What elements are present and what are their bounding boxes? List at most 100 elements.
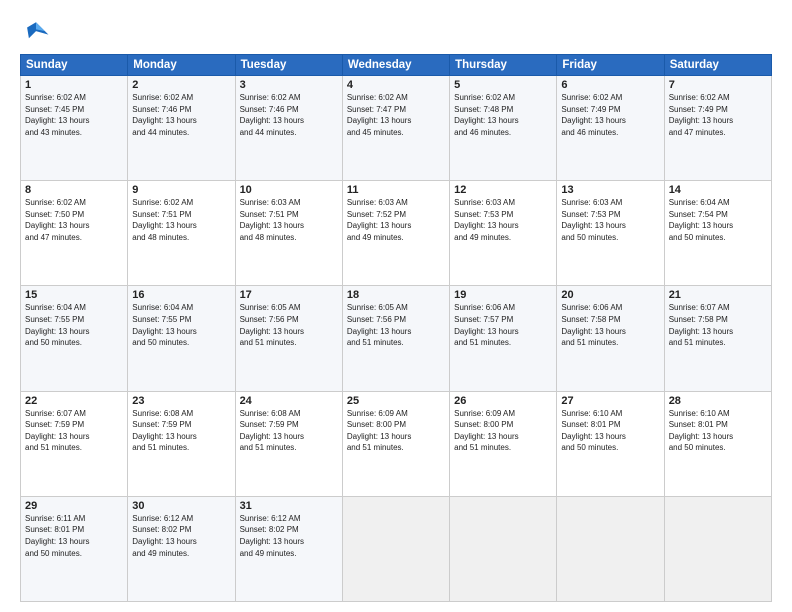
day-info: Sunrise: 6:02 AM Sunset: 7:49 PM Dayligh… (669, 92, 767, 138)
day-info: Sunrise: 6:04 AM Sunset: 7:55 PM Dayligh… (25, 302, 123, 348)
day-number: 22 (25, 395, 123, 407)
day-number: 11 (347, 184, 445, 196)
calendar-cell: 2Sunrise: 6:02 AM Sunset: 7:46 PM Daylig… (128, 76, 235, 181)
day-number: 23 (132, 395, 230, 407)
calendar-header-friday: Friday (557, 55, 664, 76)
calendar-cell: 29Sunrise: 6:11 AM Sunset: 8:01 PM Dayli… (21, 496, 128, 601)
calendar-week-1: 1Sunrise: 6:02 AM Sunset: 7:45 PM Daylig… (21, 76, 772, 181)
calendar-header-thursday: Thursday (450, 55, 557, 76)
day-number: 12 (454, 184, 552, 196)
calendar-header-sunday: Sunday (21, 55, 128, 76)
day-info: Sunrise: 6:04 AM Sunset: 7:55 PM Dayligh… (132, 302, 230, 348)
calendar-week-2: 8Sunrise: 6:02 AM Sunset: 7:50 PM Daylig… (21, 181, 772, 286)
day-info: Sunrise: 6:12 AM Sunset: 8:02 PM Dayligh… (240, 513, 338, 559)
day-number: 24 (240, 395, 338, 407)
day-info: Sunrise: 6:03 AM Sunset: 7:52 PM Dayligh… (347, 197, 445, 243)
day-info: Sunrise: 6:03 AM Sunset: 7:53 PM Dayligh… (561, 197, 659, 243)
calendar-cell (342, 496, 449, 601)
calendar-cell: 26Sunrise: 6:09 AM Sunset: 8:00 PM Dayli… (450, 391, 557, 496)
day-info: Sunrise: 6:06 AM Sunset: 7:57 PM Dayligh… (454, 302, 552, 348)
day-number: 28 (669, 395, 767, 407)
calendar-header-monday: Monday (128, 55, 235, 76)
calendar-cell (450, 496, 557, 601)
day-info: Sunrise: 6:02 AM Sunset: 7:51 PM Dayligh… (132, 197, 230, 243)
day-number: 1 (25, 79, 123, 91)
calendar-cell: 24Sunrise: 6:08 AM Sunset: 7:59 PM Dayli… (235, 391, 342, 496)
calendar-week-5: 29Sunrise: 6:11 AM Sunset: 8:01 PM Dayli… (21, 496, 772, 601)
calendar-header-row: SundayMondayTuesdayWednesdayThursdayFrid… (21, 55, 772, 76)
calendar-cell: 15Sunrise: 6:04 AM Sunset: 7:55 PM Dayli… (21, 286, 128, 391)
day-number: 14 (669, 184, 767, 196)
day-number: 10 (240, 184, 338, 196)
calendar-cell: 25Sunrise: 6:09 AM Sunset: 8:00 PM Dayli… (342, 391, 449, 496)
calendar-cell: 14Sunrise: 6:04 AM Sunset: 7:54 PM Dayli… (664, 181, 771, 286)
calendar-cell: 3Sunrise: 6:02 AM Sunset: 7:46 PM Daylig… (235, 76, 342, 181)
calendar-cell: 16Sunrise: 6:04 AM Sunset: 7:55 PM Dayli… (128, 286, 235, 391)
calendar-table: SundayMondayTuesdayWednesdayThursdayFrid… (20, 54, 772, 602)
day-number: 5 (454, 79, 552, 91)
calendar-cell: 8Sunrise: 6:02 AM Sunset: 7:50 PM Daylig… (21, 181, 128, 286)
day-info: Sunrise: 6:03 AM Sunset: 7:51 PM Dayligh… (240, 197, 338, 243)
day-number: 21 (669, 289, 767, 301)
day-number: 8 (25, 184, 123, 196)
day-info: Sunrise: 6:02 AM Sunset: 7:48 PM Dayligh… (454, 92, 552, 138)
calendar-cell (664, 496, 771, 601)
day-number: 29 (25, 500, 123, 512)
day-number: 18 (347, 289, 445, 301)
day-info: Sunrise: 6:12 AM Sunset: 8:02 PM Dayligh… (132, 513, 230, 559)
day-number: 13 (561, 184, 659, 196)
day-number: 20 (561, 289, 659, 301)
calendar-cell: 18Sunrise: 6:05 AM Sunset: 7:56 PM Dayli… (342, 286, 449, 391)
day-info: Sunrise: 6:09 AM Sunset: 8:00 PM Dayligh… (347, 408, 445, 454)
day-info: Sunrise: 6:09 AM Sunset: 8:00 PM Dayligh… (454, 408, 552, 454)
calendar-header-tuesday: Tuesday (235, 55, 342, 76)
calendar-cell: 1Sunrise: 6:02 AM Sunset: 7:45 PM Daylig… (21, 76, 128, 181)
calendar-cell: 7Sunrise: 6:02 AM Sunset: 7:49 PM Daylig… (664, 76, 771, 181)
day-info: Sunrise: 6:02 AM Sunset: 7:46 PM Dayligh… (132, 92, 230, 138)
page: SundayMondayTuesdayWednesdayThursdayFrid… (0, 0, 792, 612)
day-number: 15 (25, 289, 123, 301)
calendar-cell: 12Sunrise: 6:03 AM Sunset: 7:53 PM Dayli… (450, 181, 557, 286)
calendar-cell: 6Sunrise: 6:02 AM Sunset: 7:49 PM Daylig… (557, 76, 664, 181)
day-info: Sunrise: 6:02 AM Sunset: 7:47 PM Dayligh… (347, 92, 445, 138)
day-number: 6 (561, 79, 659, 91)
calendar-cell: 17Sunrise: 6:05 AM Sunset: 7:56 PM Dayli… (235, 286, 342, 391)
calendar-week-4: 22Sunrise: 6:07 AM Sunset: 7:59 PM Dayli… (21, 391, 772, 496)
day-number: 9 (132, 184, 230, 196)
calendar-cell: 30Sunrise: 6:12 AM Sunset: 8:02 PM Dayli… (128, 496, 235, 601)
day-info: Sunrise: 6:07 AM Sunset: 7:59 PM Dayligh… (25, 408, 123, 454)
day-info: Sunrise: 6:02 AM Sunset: 7:45 PM Dayligh… (25, 92, 123, 138)
day-info: Sunrise: 6:03 AM Sunset: 7:53 PM Dayligh… (454, 197, 552, 243)
calendar-cell: 10Sunrise: 6:03 AM Sunset: 7:51 PM Dayli… (235, 181, 342, 286)
calendar-header-wednesday: Wednesday (342, 55, 449, 76)
day-info: Sunrise: 6:02 AM Sunset: 7:49 PM Dayligh… (561, 92, 659, 138)
day-number: 25 (347, 395, 445, 407)
calendar-cell: 27Sunrise: 6:10 AM Sunset: 8:01 PM Dayli… (557, 391, 664, 496)
day-info: Sunrise: 6:02 AM Sunset: 7:46 PM Dayligh… (240, 92, 338, 138)
calendar-header-saturday: Saturday (664, 55, 771, 76)
header (20, 18, 772, 46)
day-info: Sunrise: 6:04 AM Sunset: 7:54 PM Dayligh… (669, 197, 767, 243)
calendar-cell: 22Sunrise: 6:07 AM Sunset: 7:59 PM Dayli… (21, 391, 128, 496)
day-number: 2 (132, 79, 230, 91)
calendar-cell: 28Sunrise: 6:10 AM Sunset: 8:01 PM Dayli… (664, 391, 771, 496)
logo (20, 18, 56, 46)
calendar-cell: 20Sunrise: 6:06 AM Sunset: 7:58 PM Dayli… (557, 286, 664, 391)
day-number: 19 (454, 289, 552, 301)
day-info: Sunrise: 6:10 AM Sunset: 8:01 PM Dayligh… (669, 408, 767, 454)
day-number: 17 (240, 289, 338, 301)
calendar-cell (557, 496, 664, 601)
calendar-cell: 23Sunrise: 6:08 AM Sunset: 7:59 PM Dayli… (128, 391, 235, 496)
calendar-cell: 4Sunrise: 6:02 AM Sunset: 7:47 PM Daylig… (342, 76, 449, 181)
day-number: 27 (561, 395, 659, 407)
calendar-cell: 11Sunrise: 6:03 AM Sunset: 7:52 PM Dayli… (342, 181, 449, 286)
calendar-week-3: 15Sunrise: 6:04 AM Sunset: 7:55 PM Dayli… (21, 286, 772, 391)
day-info: Sunrise: 6:02 AM Sunset: 7:50 PM Dayligh… (25, 197, 123, 243)
day-number: 4 (347, 79, 445, 91)
day-info: Sunrise: 6:06 AM Sunset: 7:58 PM Dayligh… (561, 302, 659, 348)
day-info: Sunrise: 6:07 AM Sunset: 7:58 PM Dayligh… (669, 302, 767, 348)
day-number: 16 (132, 289, 230, 301)
calendar-cell: 9Sunrise: 6:02 AM Sunset: 7:51 PM Daylig… (128, 181, 235, 286)
day-number: 26 (454, 395, 552, 407)
day-number: 31 (240, 500, 338, 512)
